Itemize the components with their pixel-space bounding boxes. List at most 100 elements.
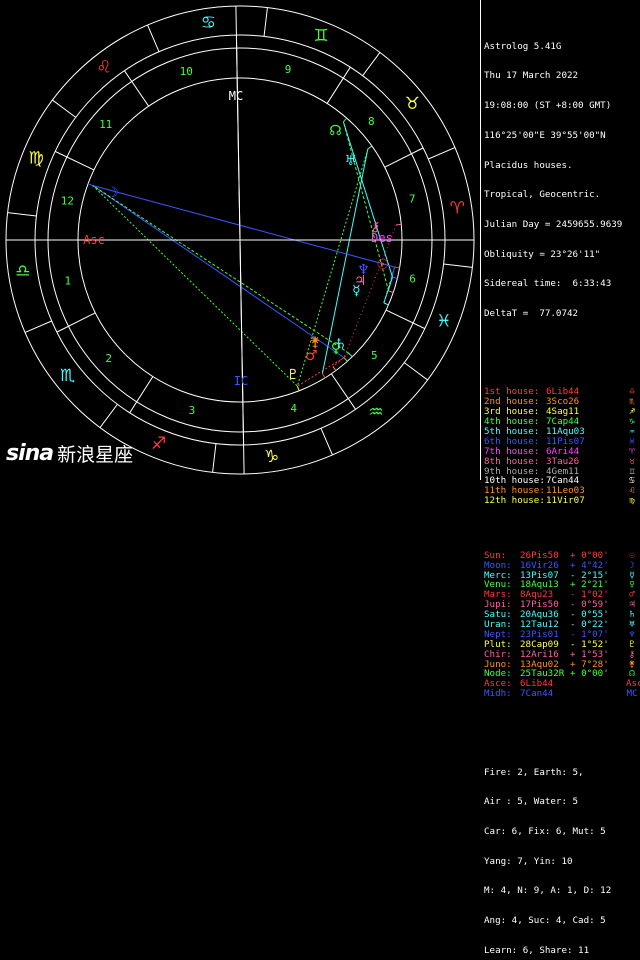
house-cusp-line: [130, 377, 153, 413]
house-cusp-line: [331, 374, 355, 410]
zodiac-glyph: ♒: [368, 402, 383, 422]
planet-tick: [333, 367, 336, 371]
planet-speed: - 2°15': [570, 571, 609, 581]
planet-position: 7Can44: [520, 689, 570, 699]
sign-divider: [52, 100, 75, 117]
aspect-line: [93, 186, 395, 267]
planet-row: Node:25Tau32R+ 0°00'☊: [484, 669, 638, 679]
sign-divider: [148, 25, 159, 52]
info-line: DeltaT = 77.0742: [484, 309, 638, 319]
house-cusp-line: [124, 71, 148, 107]
house-number: 9: [285, 63, 292, 76]
info-line: Sidereal time: 6:33:43: [484, 279, 638, 289]
mc-label: MC: [229, 89, 243, 103]
planet-row: Juno:13Aqu02+ 7°28'⚵: [484, 660, 638, 670]
house-cusp-line: [55, 151, 94, 170]
info-line: Astrolog 5.41G: [484, 42, 638, 52]
planet-glyph: ☉: [377, 257, 390, 273]
planet-speed: + 0°00': [570, 551, 609, 561]
house-position: 7Can44: [546, 476, 579, 486]
house-row: 12th house:11Vir07♍: [484, 496, 638, 506]
house-number: 3: [189, 404, 196, 417]
house-label: 10th house:: [484, 476, 546, 486]
planet-icon: ⚷: [626, 650, 638, 660]
planet-speed: + 2°21': [570, 580, 609, 590]
planet-position: 28Cap09: [520, 640, 570, 650]
planet-row: Midh:7Can44MC: [484, 689, 638, 699]
planet-position: 13Aqu02: [520, 660, 570, 670]
planet-position-list: Sun:26Pis50+ 0°00'☉Moon:16Vir26+ 4°42'☽M…: [484, 551, 638, 699]
house-sign-icon: ♍: [626, 496, 638, 506]
planet-glyph: ♆: [357, 262, 370, 278]
zodiac-glyph: ♈: [450, 198, 465, 218]
zodiac-glyph: ♌: [96, 58, 111, 78]
planet-name: Uran:: [484, 620, 520, 630]
planet-glyph: ♅: [344, 153, 357, 169]
house-position: 11Vir07: [546, 496, 585, 506]
planet-glyph: ☽: [106, 185, 119, 201]
house-cusp-list: 1st house:6Lib44♎2nd house:3Sco26♏3rd ho…: [484, 387, 638, 506]
planet-name: Midh:: [484, 689, 520, 699]
planet-position: 17Pis50: [520, 600, 570, 610]
ic-label: IC: [234, 374, 248, 388]
house-number: 7: [409, 193, 416, 206]
planet-row: Asce:6Lib44Asc: [484, 679, 638, 689]
planet-icon: ♅: [626, 620, 638, 630]
summary-line: Car: 6, Fix: 6, Mut: 5: [484, 827, 638, 837]
planet-tick: [297, 386, 299, 391]
summary-line: M: 4, N: 9, A: 1, D: 12: [484, 886, 638, 896]
planet-icon: Asc: [626, 679, 638, 689]
planet-row: Satu:20Aqu36- 0°55'♄: [484, 610, 638, 620]
planet-row: Chir:12Ari16+ 1°53'⚷: [484, 650, 638, 660]
planet-position: 13Pis07: [520, 571, 570, 581]
planet-name: Satu:: [484, 610, 520, 620]
zodiac-glyph: ♋: [201, 13, 216, 33]
planet-position: 26Pis50: [520, 551, 570, 561]
aspect-line: [93, 186, 344, 358]
house-number: 12: [61, 194, 74, 207]
planet-position: 18Aqu13: [520, 580, 570, 590]
house-number: 10: [180, 65, 193, 78]
planet-name: Mars:: [484, 590, 520, 600]
planet-name: Plut:: [484, 640, 520, 650]
planet-icon: ☊: [626, 669, 638, 679]
zodiac-glyph: ♉: [405, 94, 420, 114]
aspect-line: [343, 122, 392, 277]
sign-divider: [25, 321, 52, 332]
planet-speed: - 1°07': [570, 630, 609, 640]
house-cusp-line: [57, 313, 95, 332]
asc-label: Asc: [83, 233, 105, 247]
zodiac-glyph: ♑: [264, 447, 279, 467]
planet-name: Juno:: [484, 660, 520, 670]
aspect-line: [93, 186, 349, 354]
planet-speed: - 1°52': [570, 640, 609, 650]
planet-speed: - 0°55': [570, 610, 609, 620]
planet-tick: [88, 184, 93, 186]
brand-text: 新浪星座: [57, 440, 133, 467]
house-number: 8: [368, 115, 375, 128]
summary-line: Ang: 4, Suc: 4, Cad: 5: [484, 916, 638, 926]
planet-glyph: ⚵: [310, 334, 320, 350]
planet-name: Venu:: [484, 580, 520, 590]
house-cusp-line: [327, 67, 350, 103]
info-line: 19:08:00 (ST +8:00 GMT): [484, 101, 638, 111]
planet-row: Venu:18Aqu13+ 2°21'♀: [484, 580, 638, 590]
chart-info: Astrolog 5.41G Thu 17 March 2022 19:08:0…: [484, 22, 638, 339]
planet-position: 23Pis01: [520, 630, 570, 640]
planet-tick: [349, 353, 352, 357]
house-label: 11th house:: [484, 486, 546, 496]
planet-tick: [343, 118, 346, 122]
planet-tick: [322, 374, 325, 378]
planet-icon: ♂: [626, 590, 638, 600]
planet-glyph: ☊: [329, 123, 341, 139]
house-number: 1: [64, 274, 71, 287]
planet-icon: ♇: [626, 640, 638, 650]
house-row: 10th house:7Can44♋: [484, 476, 638, 486]
info-line: Placidus houses.: [484, 161, 638, 171]
sign-divider: [213, 444, 216, 473]
house-cusp-line: [385, 148, 423, 167]
planet-icon: ☉: [626, 551, 638, 561]
info-panel: Astrolog 5.41G Thu 17 March 2022 19:08:0…: [484, 2, 638, 478]
planet-speed: - 0°59': [570, 600, 609, 610]
house-number: 4: [290, 402, 297, 415]
